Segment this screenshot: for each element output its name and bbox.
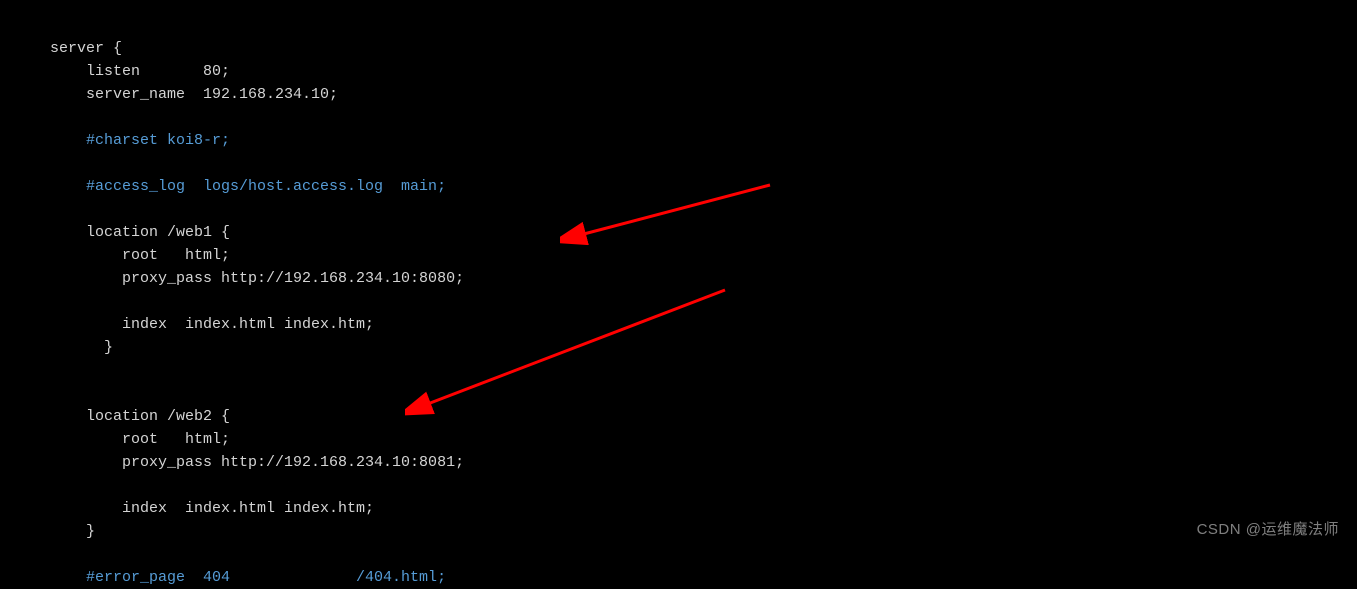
- code-line: }: [50, 523, 95, 540]
- code-comment: #access_log logs/host.access.log main;: [50, 178, 446, 195]
- code-line: index index.html index.htm;: [50, 500, 374, 517]
- code-comment: #error_page 404 /404.html;: [50, 569, 446, 586]
- code-line: }: [50, 339, 113, 356]
- code-line: server_name 192.168.234.10;: [50, 86, 338, 103]
- arrow-annotation-icon: [560, 175, 780, 255]
- code-line: listen 80;: [50, 63, 230, 80]
- code-line: server {: [50, 40, 122, 57]
- watermark-text: CSDN @运维魔法师: [1197, 518, 1339, 541]
- config-code-block: server { listen 80; server_name 192.168.…: [50, 14, 464, 589]
- code-comment: #charset koi8-r;: [50, 132, 230, 149]
- code-line: proxy_pass http://192.168.234.10:8081;: [50, 454, 464, 471]
- code-line: location /web2 {: [50, 408, 230, 425]
- code-line: root html;: [50, 431, 230, 448]
- code-line: root html;: [50, 247, 230, 264]
- code-line: index index.html index.htm;: [50, 316, 374, 333]
- code-line: location /web1 {: [50, 224, 230, 241]
- code-line: proxy_pass http://192.168.234.10:8080;: [50, 270, 464, 287]
